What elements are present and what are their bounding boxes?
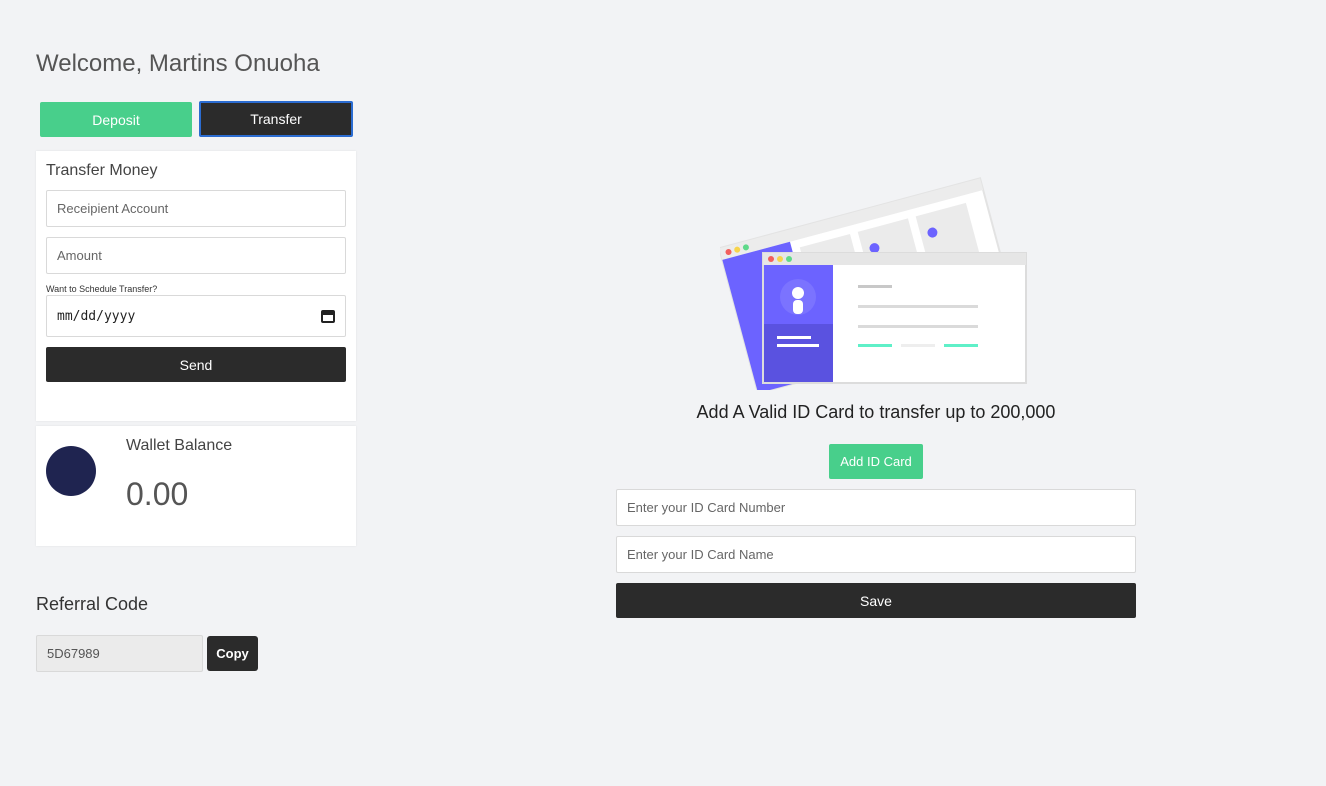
schedule-transfer-label: Want to Schedule Transfer? bbox=[46, 284, 158, 294]
id-card-name-input[interactable]: Enter your ID Card Name bbox=[616, 536, 1136, 573]
send-button[interactable]: Send bbox=[46, 347, 346, 382]
referral-code-field[interactable]: 5D67989 bbox=[36, 635, 203, 672]
referral-code-title: Referral Code bbox=[36, 594, 149, 614]
front-window bbox=[762, 252, 1027, 384]
add-id-card-button[interactable]: Add ID Card bbox=[829, 444, 923, 479]
id-card-heading: Add A Valid ID Card to transfer up to 20… bbox=[696, 402, 1056, 422]
id-card-number-input[interactable]: Enter your ID Card Number bbox=[616, 489, 1136, 526]
deposit-tab-button[interactable]: Deposit bbox=[40, 102, 192, 137]
wallet-balance-amount: 0.00 bbox=[126, 476, 189, 512]
schedule-date-input[interactable]: mm/dd/yyyy bbox=[46, 295, 346, 337]
recipient-account-input[interactable]: Receipient Account bbox=[46, 190, 346, 227]
amount-input[interactable]: Amount bbox=[46, 237, 346, 274]
wallet-balance-label: Wallet Balance bbox=[126, 437, 233, 454]
copy-referral-button[interactable]: Copy bbox=[207, 636, 258, 671]
transfer-money-card: Transfer Money Receipient Account Amount… bbox=[36, 151, 356, 421]
transfer-card-title: Transfer Money bbox=[46, 162, 158, 179]
calendar-icon[interactable] bbox=[321, 309, 335, 323]
date-placeholder: mm/dd/yyyy bbox=[57, 308, 136, 324]
welcome-heading: Welcome, Martins Onuoha bbox=[36, 50, 320, 77]
id-card-illustration bbox=[720, 177, 1027, 390]
wallet-balance-card: Wallet Balance 0.00 bbox=[36, 426, 356, 546]
transfer-tab-button[interactable]: Transfer bbox=[199, 101, 353, 137]
save-id-card-button[interactable]: Save bbox=[616, 583, 1136, 618]
wallet-avatar bbox=[46, 446, 96, 496]
